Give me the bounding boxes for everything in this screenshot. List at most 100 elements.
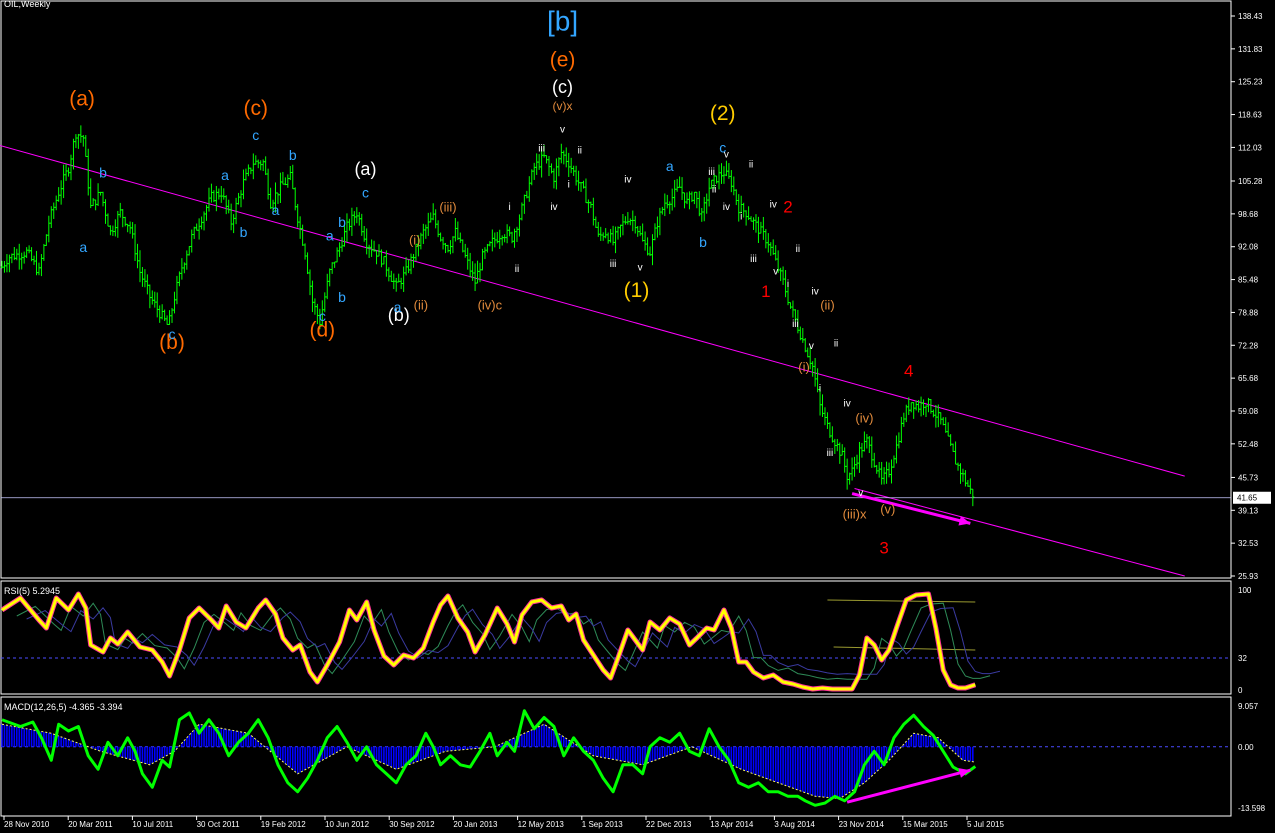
wave-label: i [508,202,510,213]
chart-background [0,0,1275,833]
wave-label: (v) [880,501,895,516]
rsi-axis-label: 100 [1238,586,1252,595]
wave-label: b [99,164,107,180]
x-axis-label: 15 Mar 2015 [903,820,948,829]
wave-label: iii [610,259,617,270]
wave-label: (e) [550,48,576,71]
x-axis-label: 10 Jun 2012 [325,820,370,829]
wave-label: (i) [798,360,810,375]
price-axis-label: 32.53 [1238,539,1259,548]
wave-label: b [699,234,707,250]
wave-label: b [240,224,248,240]
wave-label: a [221,167,229,183]
price-axis-label: 25.93 [1238,572,1259,581]
price-chart-title: OIL,Weekly [4,0,51,9]
wave-label: (iv) [855,410,873,425]
wave-label: ii [515,264,519,275]
x-axis-label: 1 Sep 2013 [582,820,623,829]
wave-label: (iii)x [843,506,867,521]
wave-label: c [252,127,259,143]
wave-label: (v)x [553,99,573,113]
x-axis-label: 12 May 2013 [518,820,565,829]
wave-label: iii [538,144,545,155]
price-axis-label: 39.13 [1238,506,1259,515]
wave-label: (c) [552,77,573,97]
wave-label: (1) [624,279,650,302]
wave-label: [b] [547,6,578,37]
wave-label: iii [750,254,757,265]
wave-label: a [79,239,87,255]
wave-label: v [560,125,565,136]
price-axis-label: 45.73 [1238,473,1259,482]
macd-axis-label: -13.598 [1238,804,1266,813]
price-axis-label: 112.03 [1238,143,1262,152]
wave-label: a [326,228,334,244]
price-axis-label: 98.68 [1238,210,1259,219]
wave-label: ii [712,184,716,195]
wave-label: (i) [409,233,421,248]
x-axis-label: 5 Jul 2015 [967,820,1004,829]
wave-label: (ii) [414,297,428,312]
x-axis-label: 22 Dec 2013 [646,820,692,829]
wave-label: iv [624,174,631,185]
x-axis-label: 13 Apr 2014 [710,820,754,829]
x-axis-label: 10 Jul 2011 [132,820,173,829]
x-axis-label: 23 Nov 2014 [839,820,885,829]
price-axis-label: 92.08 [1238,243,1259,252]
rsi-axis-label: 0 [1238,686,1243,695]
wave-label: (2) [710,102,736,125]
wave-label: b [338,289,346,305]
wave-label: (ii) [820,297,834,312]
price-axis-label: 78.88 [1238,308,1259,317]
wave-label: ii [796,244,800,255]
wave-label: a [394,299,402,315]
macd-axis-label: 0.00 [1238,743,1254,752]
wave-label: (iii) [439,199,456,214]
x-axis-label: 28 Nov 2010 [4,820,50,829]
rsi-title: RSI(5) 5.2945 [4,586,60,596]
wave-label: i [568,179,570,190]
price-axis-label: 85.48 [1238,276,1259,285]
wave-label: iv [550,202,557,213]
wave-label: (a) [354,159,376,179]
wave-label: 1 [761,282,770,301]
price-axis-label: 118.63 [1238,111,1262,120]
wave-label: (a) [69,87,95,110]
wave-label: 3 [879,538,888,557]
x-axis-label: 20 Jan 2013 [453,820,498,829]
wave-label: i [740,212,742,223]
wave-label: v [858,488,863,499]
price-axis-label: 72.28 [1238,341,1259,350]
wave-label: i [787,279,789,290]
price-axis-label: 138.43 [1238,12,1263,21]
wave-label: iv [770,199,777,210]
wave-label: iv [844,398,851,409]
wave-label: (iv)c [478,297,503,312]
wave-label: iv [723,202,730,213]
wave-label: 4 [904,362,913,381]
x-axis-label: 30 Sep 2012 [389,820,435,829]
wave-label: v [809,341,814,352]
price-axis-label: 125.23 [1238,78,1263,87]
wave-label: i [819,383,821,394]
rsi-axis-label: 32 [1238,654,1247,663]
wave-label: a [666,158,674,174]
chart-canvas: [b](e)(c)(v)xv(a) (c)(a)(2)(1)(b)(d)(b)21… [0,0,1275,833]
wave-label: ii [578,146,582,157]
macd-title: MACD(12,26,5) -4.365 -3.394 [4,702,123,712]
wave-label: v [773,266,778,277]
price-axis-label: 105.28 [1238,177,1263,186]
wave-label: iv [812,286,819,297]
wave-label: c [169,326,176,342]
wave-label: b [289,147,297,163]
price-axis-label: 59.08 [1238,407,1259,416]
wave-label: c [319,308,326,324]
price-axis-label: 131.83 [1238,45,1263,54]
wave-label: v [638,263,643,274]
wave-label: iii [827,448,834,459]
wave-label: iii [792,319,799,330]
wave-label: iii [708,167,715,178]
x-axis-label: 19 Feb 2012 [261,820,306,829]
x-axis-label: 30 Oct 2011 [197,820,241,829]
price-axis-label: 65.68 [1238,374,1259,383]
